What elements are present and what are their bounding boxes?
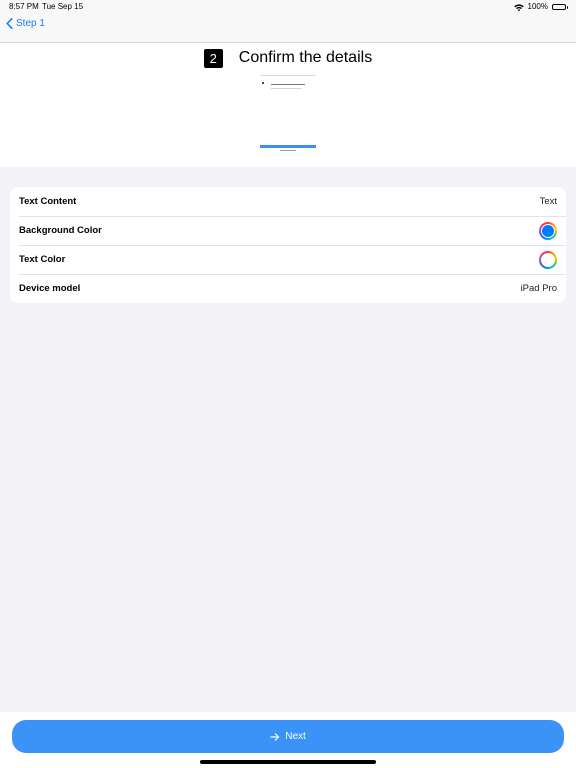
preview-button	[260, 145, 316, 148]
arrow-right-icon	[270, 732, 280, 741]
background-color-swatch	[541, 223, 555, 238]
color-picker-icon[interactable]	[539, 250, 557, 269]
header-card: 2 Confirm the details	[0, 43, 576, 167]
row-background-color[interactable]: Background Color	[10, 216, 566, 245]
top-bar: 8:57 PM Tue Sep 15 100% Step 1	[0, 0, 576, 43]
step-badge: 2	[203, 48, 223, 68]
color-picker-icon[interactable]	[539, 221, 557, 240]
row-device-model[interactable]: Device model iPad Pro	[10, 274, 566, 303]
status-indicators: 100%	[513, 0, 568, 14]
row-label: Text Content	[19, 196, 77, 207]
text-color-swatch	[541, 252, 555, 267]
settings-list: Text Content Text Background Color Text …	[10, 187, 566, 303]
row-value: iPad Pro	[520, 283, 557, 294]
chevron-left-icon	[6, 18, 13, 29]
battery-icon	[552, 4, 568, 10]
next-button[interactable]: Next	[12, 720, 564, 753]
row-label: Device model	[19, 283, 81, 294]
row-label: Text Color	[19, 254, 66, 265]
status-bar: 8:57 PM Tue Sep 15 100%	[0, 0, 576, 14]
wifi-icon	[513, 3, 524, 11]
status-time: 8:57 PM	[9, 2, 39, 11]
bottom-bar: Next	[0, 712, 576, 768]
battery-percent: 100%	[527, 2, 548, 11]
back-label: Step 1	[16, 18, 45, 29]
next-label: Next	[285, 731, 306, 742]
title-row: 2 Confirm the details	[0, 48, 576, 68]
status-date: Tue Sep 15	[42, 2, 84, 11]
row-text-color[interactable]: Text Color	[10, 245, 566, 274]
row-value: Text	[539, 196, 557, 207]
back-button[interactable]: Step 1	[6, 18, 45, 29]
screen: 8:57 PM Tue Sep 15 100% Step 1 2 Confirm…	[0, 0, 576, 768]
page-title: Confirm the details	[238, 49, 373, 66]
row-label: Background Color	[19, 225, 102, 236]
row-text-content[interactable]: Text Content Text	[10, 187, 566, 216]
preview-thumbnail	[260, 74, 316, 151]
home-indicator	[200, 760, 376, 764]
